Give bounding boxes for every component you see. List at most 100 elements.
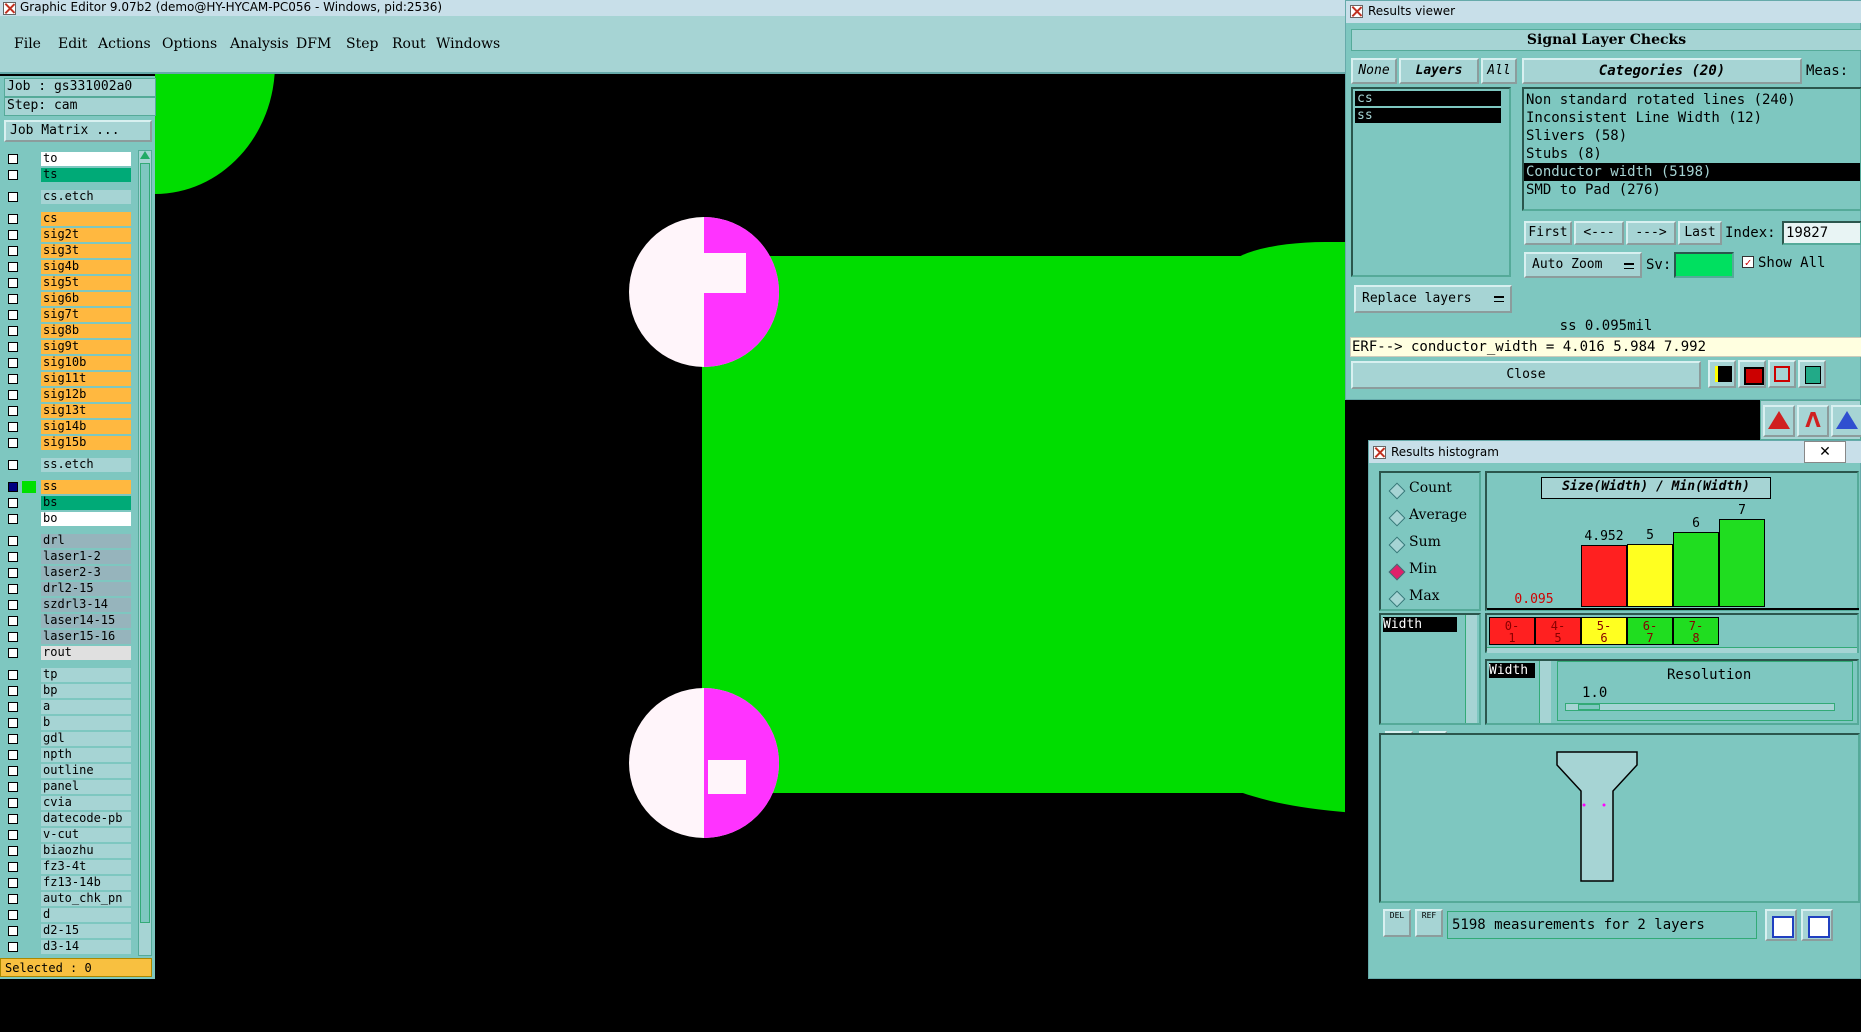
layer-scroll-thumb[interactable] [140,163,150,923]
category-item[interactable]: Non standard rotated lines (240) [1524,91,1860,109]
layer-checkbox[interactable] [8,326,18,336]
first-button[interactable]: First [1524,221,1572,245]
layer-checkbox[interactable] [8,616,18,626]
layer-checkbox[interactable] [8,536,18,546]
menu-dfm[interactable]: DFM [296,36,331,52]
layer-checkbox[interactable] [8,600,18,610]
layer-checkbox[interactable] [8,294,18,304]
layer-checkbox[interactable] [8,718,18,728]
layer-checkbox[interactable] [8,632,18,642]
bins-list-scrollbar[interactable] [1539,661,1551,723]
layers-button[interactable]: Layers [1399,58,1479,84]
layer-checkbox[interactable] [8,498,18,508]
layer-scrollbar[interactable] [138,150,152,956]
bin-cell-6-7[interactable]: 6- 7 [1627,617,1673,645]
menu-file[interactable]: File [14,36,41,52]
close-button[interactable]: Close [1351,361,1701,389]
layer-checkbox[interactable] [8,942,18,952]
category-item[interactable]: Conductor width (5198) [1524,163,1860,181]
layer-checkbox[interactable] [8,830,18,840]
preview-del-button[interactable]: DEL [1383,909,1411,937]
layer-checkbox[interactable] [8,278,18,288]
index-field[interactable]: 19827 [1782,221,1861,245]
layer-checkbox[interactable] [8,246,18,256]
layer-checkbox[interactable] [8,460,18,470]
bin-cell-0-1[interactable]: 0- 1 [1489,617,1535,645]
layer-checkbox[interactable] [8,310,18,320]
layer-checkbox[interactable] [8,798,18,808]
menu-options[interactable]: Options [162,36,217,52]
mode-radio-min[interactable] [1388,563,1406,581]
histogram-bar-7-8[interactable] [1719,519,1765,607]
layer-checkbox[interactable] [8,482,18,492]
menu-windows[interactable]: Windows [436,36,500,52]
layer-checkbox[interactable] [8,862,18,872]
resolution-slider-thumb[interactable] [1578,704,1600,710]
layer-checkbox[interactable] [8,686,18,696]
layer-checkbox[interactable] [8,390,18,400]
result-layer-item[interactable]: ss [1355,108,1501,123]
all-button[interactable]: All [1481,58,1517,84]
category-item[interactable]: Stubs (8) [1524,145,1860,163]
triangle-blue-icon[interactable] [1831,405,1861,437]
layer-checkbox[interactable] [8,358,18,368]
last-button[interactable]: Last [1678,221,1722,245]
export-icon-button[interactable] [1765,909,1797,941]
layer-checkbox[interactable] [8,422,18,432]
bin-cell-5-6[interactable]: 5- 6 [1581,617,1627,645]
layer-checkbox[interactable] [8,514,18,524]
none-button[interactable]: None [1351,58,1397,84]
letter-a-icon[interactable]: Λ [1797,405,1829,437]
layer-checkbox[interactable] [8,750,18,760]
layer-checkbox[interactable] [8,894,18,904]
zoom-icon-button[interactable] [1801,909,1833,941]
resolution-slider[interactable] [1565,703,1835,711]
layer-checkbox[interactable] [8,846,18,856]
layer-checkbox[interactable] [8,406,18,416]
prev-button[interactable]: <--- [1574,221,1624,245]
menu-step[interactable]: Step [346,36,378,52]
layer-checkbox[interactable] [8,262,18,272]
layer-checkbox[interactable] [8,910,18,920]
pad-top[interactable] [629,217,779,367]
category-item[interactable]: Inconsistent Line Width (12) [1524,109,1860,127]
histogram-close-icon[interactable]: ✕ [1804,441,1846,463]
layer-checkbox[interactable] [8,814,18,824]
replace-layers-button[interactable]: Replace layers [1354,285,1512,313]
cam-canvas[interactable] [155,74,1345,979]
preview-ref-button[interactable]: REF [1415,909,1443,937]
list-item-width[interactable]: Width [1383,617,1457,632]
auto-zoom-dropdown[interactable]: Auto Zoom [1524,252,1642,278]
list-scrollbar[interactable] [1465,615,1477,723]
histogram-bar-6-7[interactable] [1673,532,1719,607]
next-button[interactable]: ---> [1626,221,1676,245]
mode-radio-count[interactable] [1388,482,1406,500]
show-all-checkbox[interactable]: ✓ [1742,256,1754,268]
highlight-icon-button[interactable] [1738,360,1766,388]
bin-cell-4-5[interactable]: 4- 5 [1535,617,1581,645]
triangle-red-icon[interactable] [1763,405,1795,437]
layer-checkbox[interactable] [8,154,18,164]
menu-edit[interactable]: Edit [58,36,87,52]
layer-icon-button[interactable] [1708,360,1736,388]
mode-radio-sum[interactable] [1388,536,1406,554]
layer-checkbox[interactable] [8,568,18,578]
layer-checkbox[interactable] [8,170,18,180]
report-icon-button[interactable] [1798,360,1826,388]
layer-checkbox[interactable] [8,702,18,712]
bins-scrollbar[interactable] [1487,647,1857,653]
layer-checkbox[interactable] [8,192,18,202]
menu-actions[interactable]: Actions [98,36,151,52]
job-matrix-button[interactable]: Job Matrix ... [4,120,152,142]
histogram-bar-4-5[interactable] [1581,545,1627,607]
layer-scroll-up[interactable] [140,151,150,159]
layer-checkbox[interactable] [8,648,18,658]
layer-checkbox[interactable] [8,552,18,562]
layer-checkbox[interactable] [8,584,18,594]
pad-bottom[interactable] [629,688,779,838]
menu-rout[interactable]: Rout [392,36,426,52]
layer-checkbox[interactable] [8,878,18,888]
layer-checkbox[interactable] [8,438,18,448]
layer-checkbox[interactable] [8,926,18,936]
histogram-bar-5-6[interactable] [1627,544,1673,607]
